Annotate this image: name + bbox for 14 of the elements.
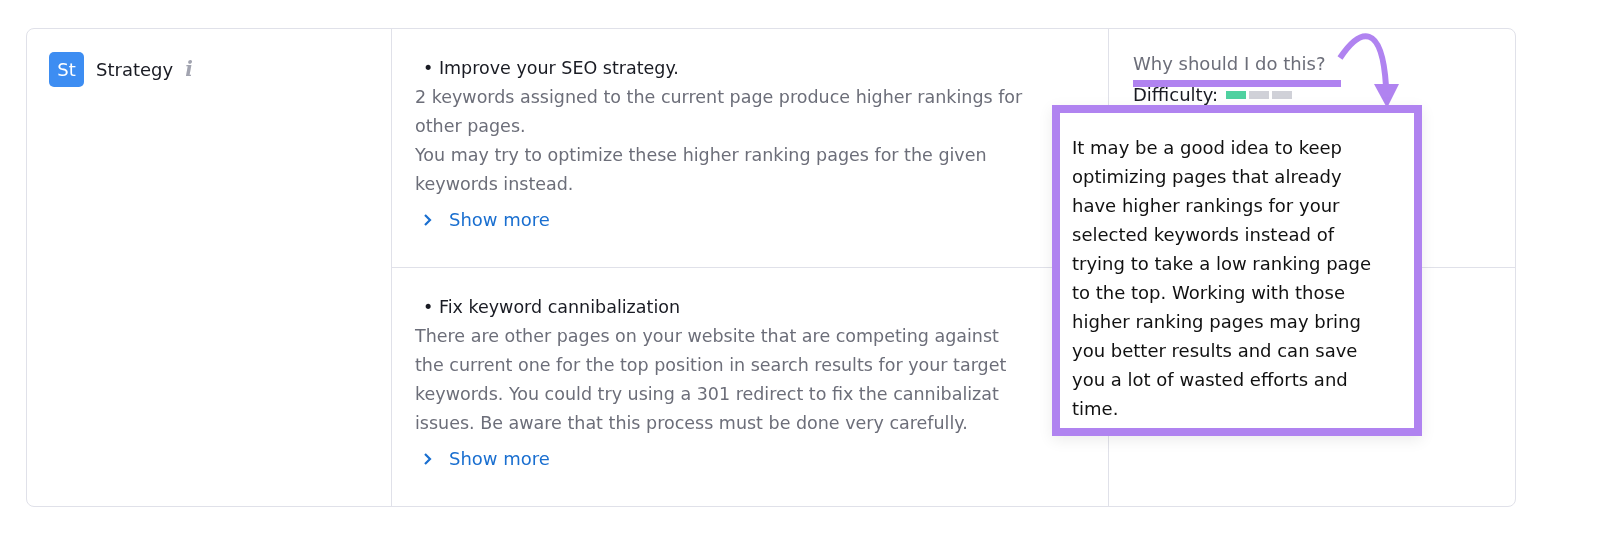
tooltip-text: It may be a good idea to keep optimizing pages that already have higher rankings for your selected keywords instead of trying to take a low ranking page to the top. Working with those higher ranking pages may bring you better results and can save you a lot of wasted efforts and time. <box>1072 136 1373 421</box>
show-more-link[interactable]: Show more <box>423 209 550 230</box>
chevron-icon <box>423 212 433 227</box>
why-link[interactable]: Why should I do this? <box>1133 53 1326 74</box>
show-more-link[interactable]: Show more <box>423 448 550 469</box>
idea-description: There are other pages on your website that are competing against the current one for the top position in search results for your target keywords. You could try using a 301 redirect to fix the cannibalizat issues. Be aware that this process must be done very carefully. <box>415 325 1007 435</box>
difficulty-meter <box>1226 90 1293 99</box>
idea-title: • Fix keyword cannibalization <box>422 296 682 319</box>
category-label: Strategy <box>96 58 174 82</box>
category-badge: St <box>49 52 84 87</box>
idea-description: 2 keywords assigned to the current page produce higher rankings for other pages. You may try to optimize these higher ranking pages for the given keywords instead. <box>415 86 1023 196</box>
idea-title: • Improve your SEO strategy. <box>422 57 680 80</box>
chevron-icon <box>423 451 433 466</box>
difficulty-label: Difficulty: <box>1133 84 1219 105</box>
